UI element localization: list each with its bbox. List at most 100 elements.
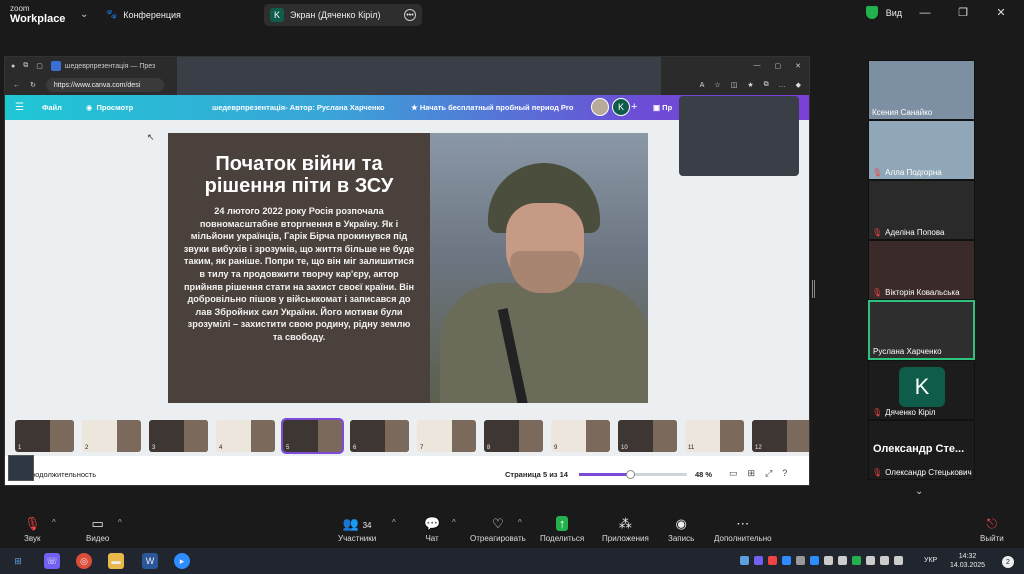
close-icon[interactable]: ✕	[986, 6, 1016, 19]
gallery-scroll-down-icon[interactable]: ⌄	[915, 486, 923, 497]
copilot-icon[interactable]: ◆	[796, 81, 801, 89]
clock[interactable]: 14:32 14.03.2025	[950, 552, 985, 570]
video-button[interactable]: ▭ Видео	[86, 516, 109, 543]
participants-button[interactable]: 👥 34 Участники	[338, 516, 376, 543]
slide-thumbnail[interactable]: 9	[551, 420, 610, 452]
minimize-icon[interactable]: —	[910, 7, 940, 19]
zoom-percent[interactable]: 48 %	[695, 470, 712, 479]
back-icon[interactable]: ←	[13, 82, 20, 89]
slide-title[interactable]: Початок війни та рішення піти в ЗСУ	[182, 153, 416, 197]
audio-button[interactable]: 🎙 Звук	[24, 516, 41, 543]
participant-tile[interactable]: Руслана Харченко	[868, 300, 975, 360]
browser-close-icon[interactable]: ✕	[795, 62, 801, 70]
tray-app-icon[interactable]	[740, 556, 749, 565]
fullscreen-icon[interactable]: ⤢	[765, 468, 772, 479]
tray-app-icon[interactable]	[852, 556, 861, 565]
slide-thumbnail[interactable]: 4	[216, 420, 275, 452]
split-icon[interactable]: ◫	[731, 81, 738, 89]
zoom-slider[interactable]	[579, 470, 687, 479]
url-field[interactable]: https://www.canva.com/desi	[45, 78, 164, 92]
react-options-icon[interactable]: ^	[518, 518, 522, 527]
audio-options-icon[interactable]: ^	[52, 518, 56, 527]
collections-icon[interactable]: ⧉	[764, 81, 769, 89]
tray-app-icon[interactable]	[768, 556, 777, 565]
participant-tile[interactable]: 🎙 Аделіна Попова	[868, 180, 975, 240]
present-button[interactable]: ▣ Пр	[653, 103, 672, 112]
self-view-thumbnail[interactable]	[8, 455, 34, 481]
slide-thumbnail[interactable]: 7	[417, 420, 476, 452]
file-explorer-icon[interactable]: ▬	[108, 553, 124, 569]
slide-thumbnail[interactable]: 5	[281, 418, 344, 454]
pro-trial-button[interactable]: ★ Начать бесплатный пробный период Pro	[411, 103, 573, 112]
help-icon[interactable]: ?	[782, 468, 787, 479]
participant-tile[interactable]: K 🎙 Дяченко Кіріл	[868, 360, 975, 420]
meeting-info[interactable]: 🐾 Конференция	[106, 9, 181, 20]
tab-actions-icon[interactable]: ▢	[36, 62, 43, 70]
slide-photo[interactable]	[430, 133, 648, 403]
add-collaborator-icon[interactable]: +	[631, 101, 637, 113]
participant-tile[interactable]: 🎙 Алла Подгорна	[868, 120, 975, 180]
more-button[interactable]: ⋯ Дополнительно	[714, 516, 772, 543]
file-menu[interactable]: Файл	[42, 103, 62, 112]
tray-app-icon[interactable]	[796, 556, 805, 565]
slide-thumbnail[interactable]: 6	[350, 420, 409, 452]
slide-body[interactable]: 24 лютого 2022 року Росія розпочала повн…	[182, 205, 416, 344]
restore-icon[interactable]: ❐	[948, 6, 978, 19]
chrome-icon[interactable]: ◎	[76, 553, 92, 569]
volume-icon[interactable]	[880, 556, 889, 565]
more-options-icon[interactable]: •••	[404, 9, 416, 21]
slide-thumbnail[interactable]: 10	[618, 420, 677, 452]
participant-tile[interactable]: Олександр Сте... 🎙 Олександр Стецькович	[868, 420, 975, 480]
participants-options-icon[interactable]: ^	[392, 518, 396, 527]
grid-view-icon[interactable]: ⊞	[748, 468, 756, 479]
view-menu[interactable]: Просмотр	[96, 103, 133, 112]
tray-app-icon[interactable]	[838, 556, 847, 565]
slide-thumbnail[interactable]: 1	[15, 420, 74, 452]
language-indicator[interactable]: УКР	[924, 557, 937, 564]
zoom-slider-knob[interactable]	[625, 470, 635, 479]
zoom-taskbar-icon[interactable]: ▸	[174, 553, 190, 569]
share-button[interactable]: ↑ Поделиться	[540, 516, 584, 543]
record-button[interactable]: ◉ Запись	[668, 516, 694, 543]
tray-bluetooth-icon[interactable]	[782, 556, 791, 565]
favorites-icon[interactable]: ★	[747, 81, 753, 89]
browser-minimize-icon[interactable]: —	[754, 62, 761, 70]
profile-icon[interactable]: ●	[11, 63, 15, 70]
view-button[interactable]: Вид	[886, 8, 902, 18]
tabs-icon[interactable]: ⧉	[23, 62, 28, 70]
apps-button[interactable]: ⁂ Приложения	[602, 516, 649, 543]
word-icon[interactable]: W	[142, 553, 158, 569]
browser-tab[interactable]: шедеврпрезентація — През	[50, 61, 155, 71]
chevron-down-icon[interactable]: ⌄	[80, 9, 88, 20]
collaborator-avatar[interactable]	[591, 98, 609, 116]
refresh-icon[interactable]: ↻	[30, 81, 36, 89]
screen-share-indicator[interactable]: K Экран (Дяченко Кіріл) •••	[264, 4, 422, 26]
duration-label[interactable]: родолжительность	[31, 470, 96, 479]
windows-start-icon[interactable]: ⊞	[10, 553, 26, 569]
slide-thumbnail[interactable]: 2	[82, 420, 141, 452]
video-options-icon[interactable]: ^	[118, 518, 122, 527]
slide-thumbnail[interactable]: 12	[752, 420, 809, 452]
favorite-icon[interactable]: ☆	[714, 81, 720, 89]
browser-restore-icon[interactable]: ▢	[775, 62, 782, 70]
participant-tile[interactable]: Ксения Санайко	[868, 60, 975, 120]
slide-thumbnail[interactable]: 11	[685, 420, 744, 452]
battery-icon[interactable]	[894, 556, 903, 565]
user-avatar[interactable]: K	[612, 98, 630, 116]
tray-zoom-icon[interactable]	[810, 556, 819, 565]
leave-button[interactable]: ⎋ Выйти	[980, 516, 1004, 543]
read-aloud-icon[interactable]: A	[700, 82, 705, 89]
slide-thumbnail[interactable]: 8	[484, 420, 543, 452]
tray-viber-icon[interactable]	[754, 556, 763, 565]
security-shield-icon[interactable]	[865, 6, 878, 19]
notes-icon[interactable]: ▭	[729, 468, 738, 479]
document-title[interactable]: шедеврпрезентація- Автор: Руслана Харчен…	[212, 103, 385, 112]
tray-app-icon[interactable]	[824, 556, 833, 565]
notification-badge[interactable]: 2	[1002, 556, 1014, 568]
participant-tile[interactable]: 🎙 Вікторія Ковальська	[868, 240, 975, 300]
chat-button[interactable]: 💬 Чат	[424, 516, 440, 543]
menu-icon[interactable]: ☰	[15, 102, 24, 113]
viber-icon[interactable]: ☏	[44, 553, 60, 569]
slide-canvas[interactable]: Початок війни та рішення піти в ЗСУ 24 л…	[168, 133, 648, 403]
browser-menu-icon[interactable]: …	[779, 82, 786, 89]
